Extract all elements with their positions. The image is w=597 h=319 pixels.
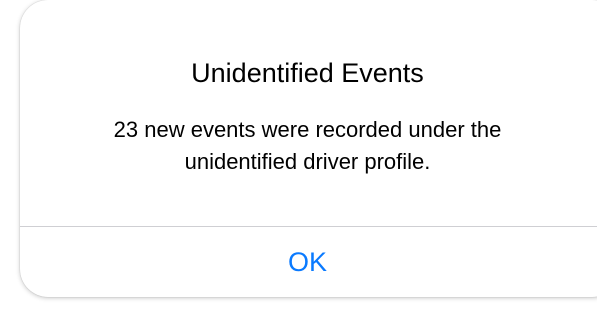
alert-message-line-2: unidentified driver profile.: [184, 149, 431, 174]
alert-dialog: Unidentified Events 23 new events were r…: [20, 0, 597, 297]
alert-message: 23 new events were recorded under the un…: [60, 114, 555, 178]
ok-button[interactable]: OK: [20, 227, 597, 297]
alert-message-line-1: 23 new events were recorded under the: [113, 117, 502, 142]
alert-title: Unidentified Events: [191, 58, 424, 88]
